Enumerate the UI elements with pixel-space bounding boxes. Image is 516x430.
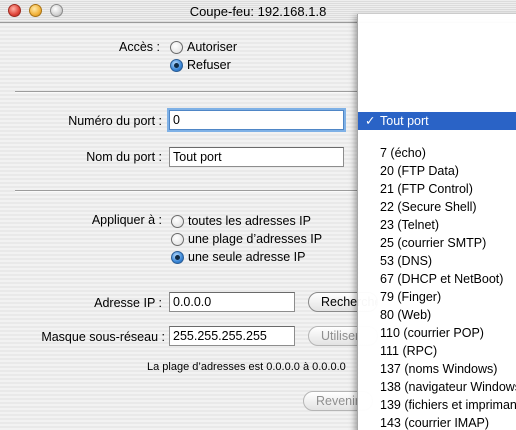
port-menu-item[interactable]: 25 (courrier SMTP) [358,234,516,252]
port-menu-item-label: 143 (courrier IMAP) [380,416,490,430]
port-menu-item-label: 110 (courrier POP) [380,326,484,340]
port-popup-menu[interactable]: ✓ Tout port 7 (écho) 20 (FTP Data) 21 (FTP C… [357,14,516,430]
port-menu-item[interactable]: 138 (navigateur Windows) [358,378,516,396]
port-menu-item-label: 111 (RPC) [380,344,438,358]
port-menu-item-label: 21 (FTP Control) [380,182,473,196]
port-menu-item[interactable]: 80 (Web) [358,306,516,324]
port-menu-item[interactable]: 23 (Telnet) [358,216,516,234]
port-menu-item[interactable]: 79 (Finger) [358,288,516,306]
port-number-field[interactable]: 0 [169,110,344,130]
separator [15,91,360,93]
port-menu-item[interactable]: 110 (courrier POP) [358,324,516,342]
port-menu-item-label: 7 (écho) [380,146,426,160]
port-menu-item[interactable]: 111 (RPC) [358,342,516,360]
subnet-mask-label: Masque sous-réseau : [41,330,165,344]
port-menu-item-label: 22 (Secure Shell) [380,200,477,214]
radio-button-icon[interactable] [171,214,184,228]
firewall-window: Coupe-feu: 192.168.1.8 Accès : Autoriser… [0,0,516,430]
address-range-note: La plage d’adresses est 0.0.0.0 à 0.0.0.… [147,361,346,373]
apply-all-ip-radio[interactable]: toutes les adresses IP [171,214,311,228]
port-menu-item[interactable]: ✓ Tout port [358,112,516,130]
access-allow-radio[interactable]: Autoriser [170,40,237,54]
port-menu-item[interactable]: 20 (FTP Data) [358,162,516,180]
apply-to-label: Appliquer à : [91,213,162,227]
apply-ip-range-label: une plage d’adresses IP [188,232,323,246]
port-menu-item[interactable]: 22 (Secure Shell) [358,198,516,216]
port-name-field[interactable]: Tout port [169,147,344,167]
access-deny-radio[interactable]: Refuser [170,58,231,72]
port-menu-item-label: 79 (Finger) [380,290,442,304]
radio-button-icon[interactable] [170,40,183,54]
radio-button-selected-icon[interactable] [171,250,184,264]
ip-address-field[interactable]: 0.0.0.0 [169,292,295,312]
apply-ip-range-radio[interactable]: une plage d’adresses IP [171,232,322,246]
port-number-label: Numéro du port : [68,114,162,128]
port-menu-item[interactable]: 7 (écho) [358,144,516,162]
port-menu-item-label: 23 (Telnet) [380,218,440,232]
port-menu-item-label: 20 (FTP Data) [380,164,459,178]
port-menu-item-label: 139 (fichiers et imprimantes) [380,398,516,412]
port-menu-item-label: 53 (DNS) [380,254,433,268]
port-menu-item[interactable]: 139 (fichiers et imprimantes) [358,396,516,414]
port-menu-item[interactable]: 67 (DHCP et NetBoot) [358,270,516,288]
access-deny-label: Refuser [187,58,231,72]
port-menu-item-label: 138 (navigateur Windows) [380,380,516,394]
port-menu-item-label: Tout port [380,114,429,128]
checkmark-icon: ✓ [365,114,376,128]
apply-all-ip-label: toutes les adresses IP [188,214,311,228]
port-menu-item-label: 25 (courrier SMTP) [380,236,487,250]
port-menu-item-label: 67 (DHCP et NetBoot) [380,272,504,286]
access-label: Accès : [119,40,160,54]
port-name-label: Nom du port : [86,150,162,164]
radio-button-selected-icon[interactable] [170,58,183,72]
port-menu-item[interactable]: 143 (courrier IMAP) [358,414,516,430]
separator [15,190,360,192]
radio-button-icon[interactable] [171,232,184,246]
port-menu-item[interactable]: 53 (DNS) [358,252,516,270]
ip-address-label: Adresse IP : [94,296,162,310]
apply-single-ip-label: une seule adresse IP [188,250,306,264]
port-menu-item[interactable]: 21 (FTP Control) [358,180,516,198]
subnet-mask-field[interactable]: 255.255.255.255 [169,326,295,346]
access-allow-label: Autoriser [187,40,238,54]
port-menu-item-label: 137 (noms Windows) [380,362,498,376]
port-menu-item-label: 80 (Web) [380,308,432,322]
port-menu-item[interactable]: 137 (noms Windows) [358,360,516,378]
apply-single-ip-radio[interactable]: une seule adresse IP [171,250,305,264]
